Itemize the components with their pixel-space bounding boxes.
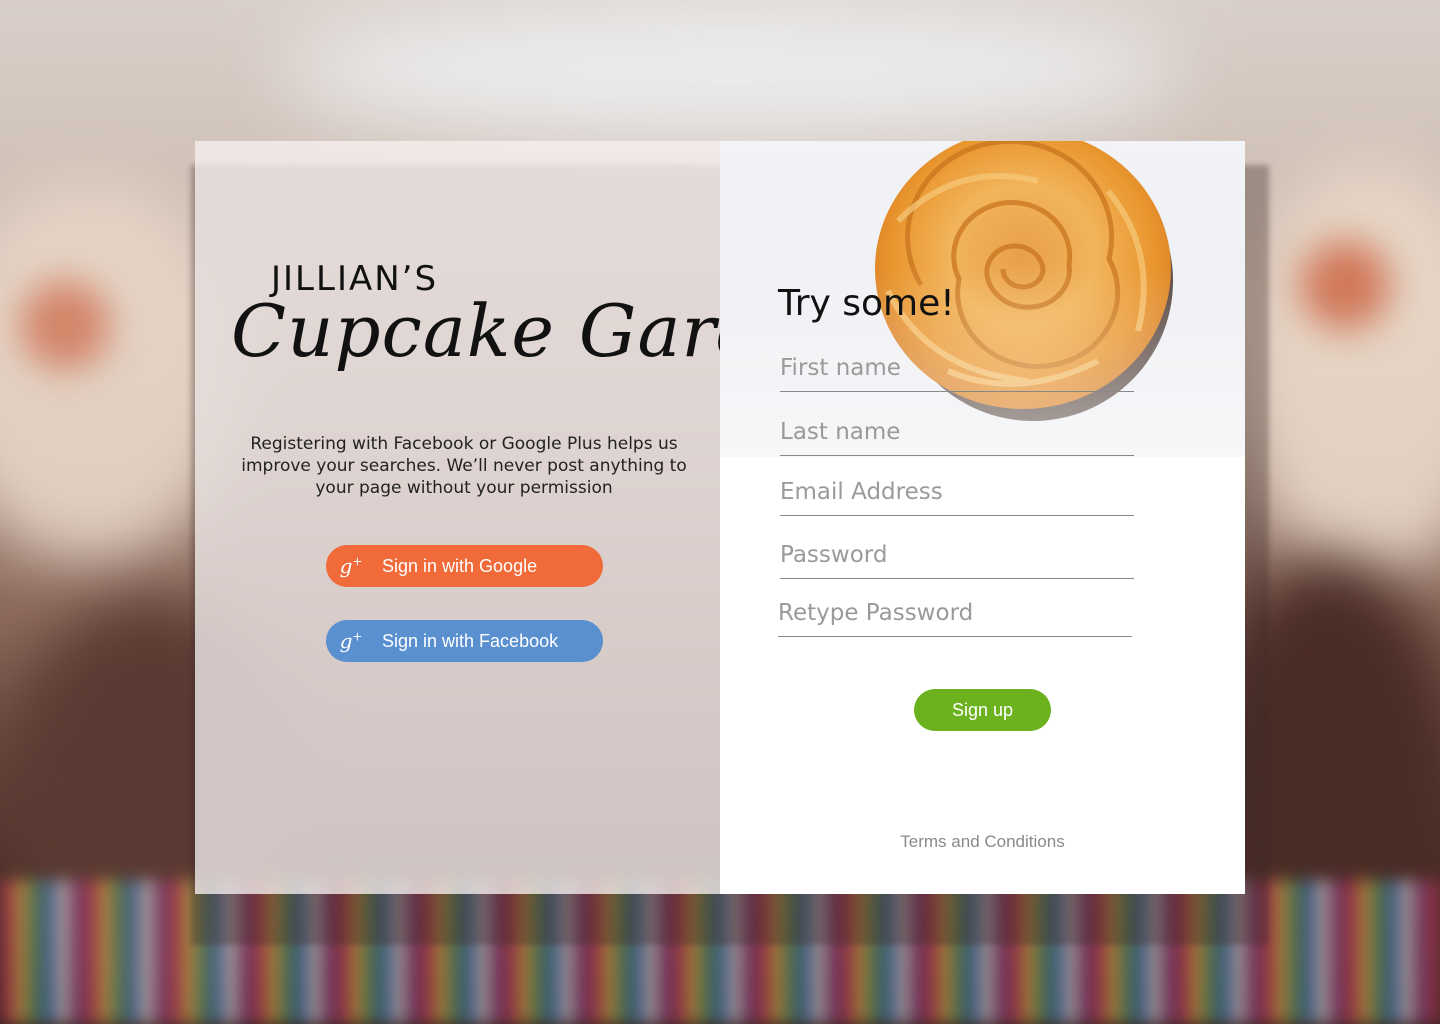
- google-signin-button[interactable]: g+ Sign in with Google: [326, 545, 603, 587]
- email-input[interactable]: [780, 479, 1134, 515]
- facebook-signin-label: Sign in with Facebook: [382, 630, 559, 651]
- background-frosting-right: [1240, 160, 1440, 580]
- facebook-signin-button[interactable]: g+ Sign in with Facebook: [326, 620, 603, 662]
- intro-text: Registering with Facebook or Google Plus…: [241, 434, 687, 498]
- form-title: Try some!: [778, 283, 955, 324]
- retype-password-input[interactable]: [778, 600, 1132, 636]
- background-blur-top: [280, 0, 1180, 140]
- password-field: [780, 542, 1134, 579]
- retype-password-field: [778, 600, 1132, 637]
- signup-card: JILLIAN’S Cupcake Garden Registering wit…: [195, 141, 1245, 894]
- background-sprinkle-left: [20, 280, 110, 370]
- terms-link[interactable]: Terms and Conditions: [720, 832, 1245, 852]
- google-plus-icon: g+: [339, 554, 363, 578]
- first-name-input[interactable]: [780, 355, 1134, 391]
- brand-panel: JILLIAN’S Cupcake Garden Registering wit…: [195, 141, 854, 894]
- form-panel: Try some! Sign up Terms and Conditions: [720, 141, 1245, 894]
- first-name-field: [780, 355, 1134, 392]
- signup-button[interactable]: Sign up: [914, 689, 1051, 731]
- last-name-field: [780, 419, 1134, 456]
- email-field: [780, 479, 1134, 516]
- password-input[interactable]: [780, 542, 1134, 578]
- last-name-input[interactable]: [780, 419, 1134, 455]
- google-signin-label: Sign in with Google: [382, 555, 538, 576]
- background-sprinkle-right: [1300, 240, 1390, 330]
- google-plus-icon: g+: [339, 629, 363, 653]
